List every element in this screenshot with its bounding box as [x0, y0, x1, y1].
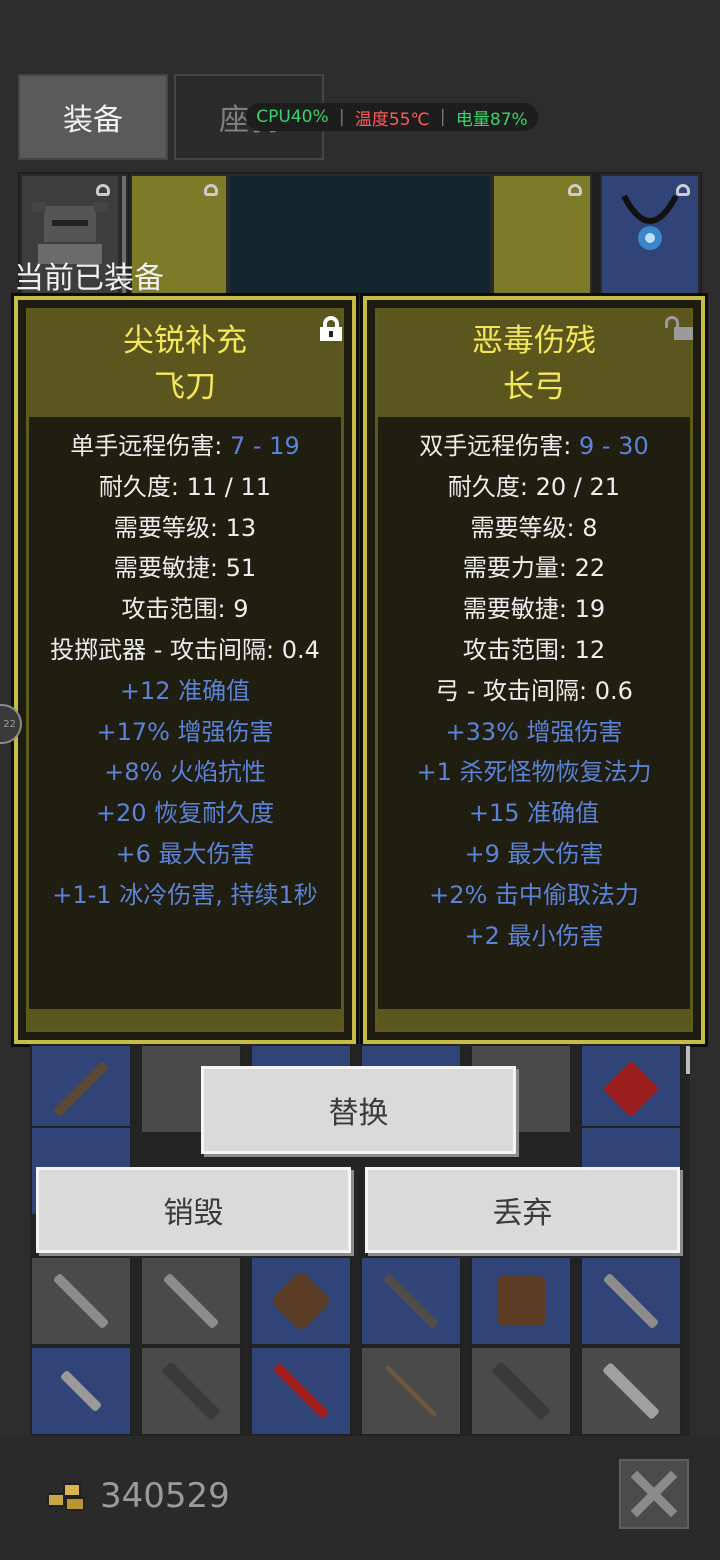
lock-icon	[96, 184, 110, 196]
inventory-slot[interactable]	[580, 1044, 682, 1134]
item-card-equipped: 尖锐补充 飞刀 单手远程伤害: 7 - 19 耐久度: 11 / 11 需要等级…	[11, 293, 359, 1047]
destroy-button[interactable]: 销毁	[36, 1167, 351, 1253]
stat-range: 攻击范围: 12	[462, 635, 606, 664]
inventory-slot[interactable]	[30, 1346, 132, 1436]
sword-icon	[52, 1272, 110, 1330]
item-name: 尖锐补充	[123, 323, 247, 359]
item-card-new: 恶毒伤残 长弓 双手远程伤害: 9 - 30 耐久度: 20 / 21 需要等级…	[360, 293, 708, 1047]
item-header: 尖锐补充 飞刀	[29, 311, 341, 417]
separator: |	[439, 107, 446, 127]
lock-icon	[204, 184, 218, 196]
bonus-line: +1 杀死怪物恢复法力	[416, 758, 652, 787]
inventory-slot[interactable]	[250, 1346, 352, 1436]
stat-range: 攻击范围: 9	[121, 595, 249, 624]
performance-overlay: CPU40% | 温度55℃ | 电量87%	[246, 103, 538, 131]
sword-icon	[162, 1272, 220, 1330]
armor-icon	[497, 1276, 545, 1326]
item-card-body: 恶毒伤残 长弓 双手远程伤害: 9 - 30 耐久度: 20 / 21 需要等级…	[375, 308, 693, 1032]
mace-icon	[491, 1361, 551, 1421]
stat-attack-speed: 投掷武器 - 攻击间隔: 0.4	[50, 635, 320, 664]
separator: |	[338, 107, 345, 127]
bonus-line: +20 恢复耐久度	[95, 799, 275, 828]
cpu-usage: CPU40%	[256, 107, 329, 127]
inventory-slot[interactable]	[140, 1346, 242, 1436]
item-type: 飞刀	[154, 369, 216, 405]
bonus-line: +9 最大伤害	[464, 839, 604, 868]
card-footer	[29, 1009, 341, 1029]
inventory-slot[interactable]	[580, 1256, 682, 1346]
temperature: 温度55℃	[354, 109, 430, 130]
inventory-slot[interactable]	[360, 1256, 462, 1346]
inventory-slot[interactable]	[140, 1256, 242, 1346]
character-preview	[228, 174, 492, 296]
stat-required-str: 需要力量: 22	[462, 554, 606, 583]
replace-button[interactable]: 替换	[201, 1066, 516, 1154]
stat-damage: 双手远程伤害: 9 - 30	[419, 432, 649, 460]
item-card-body: 尖锐补充 飞刀 单手远程伤害: 7 - 19 耐久度: 11 / 11 需要等级…	[26, 308, 344, 1032]
stat-durability: 耐久度: 20 / 21	[447, 472, 621, 501]
close-button[interactable]	[619, 1459, 689, 1529]
inventory-slot[interactable]	[30, 1256, 132, 1346]
mace-icon	[161, 1361, 221, 1421]
inventory-slot[interactable]	[470, 1346, 572, 1436]
lock-icon	[676, 184, 690, 196]
inventory-slot[interactable]	[470, 1256, 572, 1346]
dagger-icon	[59, 1369, 103, 1413]
item-type: 长弓	[503, 369, 565, 405]
bonus-line: +1-1 冰冷伤害, 持续1秒	[52, 880, 318, 909]
lock-icon	[568, 184, 582, 196]
inventory-slot[interactable]	[250, 1256, 352, 1346]
stat-required-dex: 需要敏捷: 19	[462, 595, 606, 624]
spear-icon	[272, 1362, 330, 1420]
inventory-scrollbar[interactable]	[686, 1046, 690, 1074]
inventory-slot[interactable]	[580, 1346, 682, 1436]
pickaxe-icon	[382, 1272, 440, 1330]
gloves-icon	[269, 1269, 333, 1333]
equip-slot-offhand[interactable]	[492, 174, 592, 296]
item-header: 恶毒伤残 长弓	[378, 311, 690, 417]
stat-required-level: 需要等级: 8	[470, 513, 598, 542]
inventory-slot[interactable]	[30, 1044, 132, 1134]
tab-equipment[interactable]: 装备	[18, 74, 168, 160]
item-stats: 双手远程伤害: 9 - 30 耐久度: 20 / 21 需要等级: 8 需要力量…	[378, 417, 690, 956]
card-footer	[378, 1009, 690, 1029]
bonus-line: +6 最大伤害	[115, 839, 255, 868]
stat-required-dex: 需要敏捷: 51	[113, 554, 257, 583]
lock-closed-icon[interactable]	[320, 316, 342, 341]
stat-required-level: 需要等级: 13	[113, 513, 257, 542]
sword-icon	[602, 1272, 660, 1330]
close-icon	[630, 1470, 678, 1518]
bonus-line: +2% 击中偷取法力	[429, 880, 639, 909]
inventory-slot[interactable]	[360, 1346, 462, 1436]
lock-open-icon[interactable]	[665, 316, 693, 340]
bonus-line: +2 最小伤害	[464, 921, 604, 950]
axe-icon	[602, 1362, 660, 1420]
stat-attack-speed: 弓 - 攻击间隔: 0.6	[435, 676, 633, 705]
axe-icon	[602, 1060, 660, 1118]
stat-damage: 单手远程伤害: 7 - 19	[70, 432, 300, 460]
battery-level: 电量87%	[455, 109, 528, 130]
gold-coins-icon	[47, 1483, 85, 1511]
item-name: 恶毒伤残	[472, 323, 596, 359]
bonus-line: +8% 火焰抗性	[104, 758, 266, 787]
bonus-line: +33% 增强伤害	[445, 717, 623, 746]
bow-icon	[384, 1364, 438, 1418]
tab-equipment-label: 装备	[63, 103, 123, 138]
stat-durability: 耐久度: 11 / 11	[98, 472, 272, 501]
item-stats: 单手远程伤害: 7 - 19 耐久度: 11 / 11 需要等级: 13 需要敏…	[29, 417, 341, 916]
drop-button[interactable]: 丢弃	[365, 1167, 680, 1253]
equipped-label: 当前已装备	[14, 261, 164, 296]
bonus-line: +12 准确值	[119, 676, 251, 705]
equip-slot-amulet[interactable]	[600, 174, 700, 296]
gold-amount: 340529	[100, 1476, 230, 1516]
bonus-line: +17% 增强伤害	[96, 717, 274, 746]
staff-icon	[52, 1060, 110, 1118]
bonus-line: +15 准确值	[468, 799, 600, 828]
